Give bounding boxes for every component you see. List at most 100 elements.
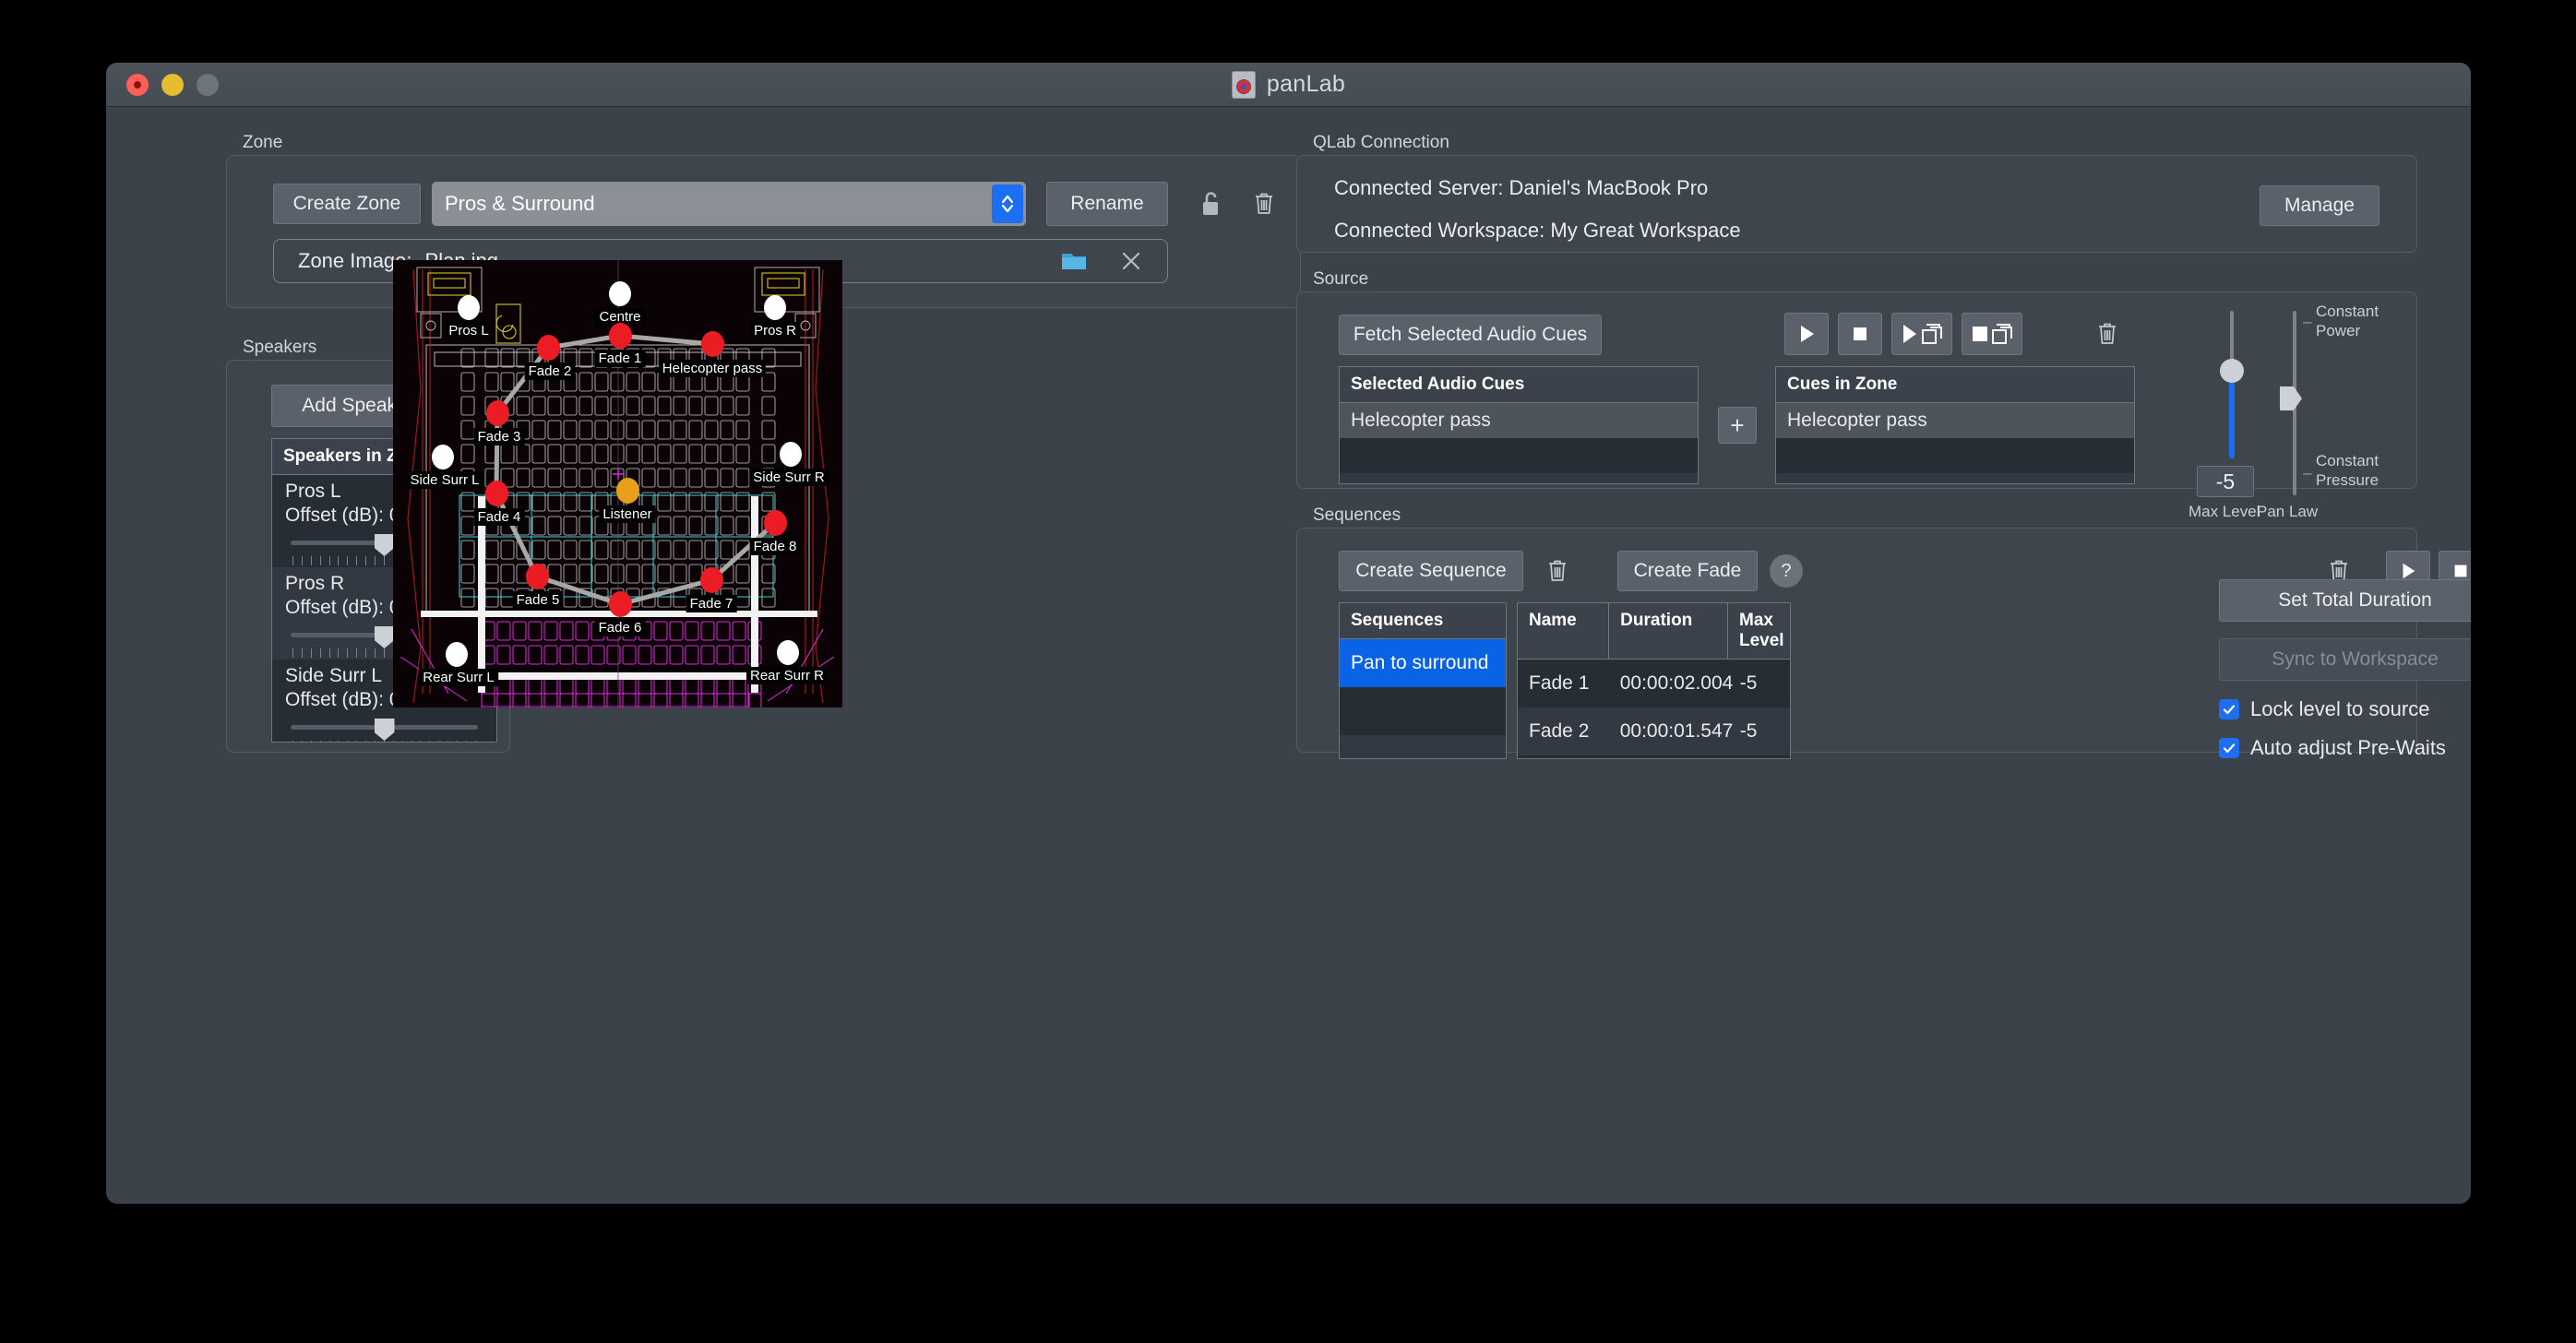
stop-button[interactable] xyxy=(1838,313,1882,355)
plan-speaker-marker[interactable] xyxy=(609,281,631,306)
col-duration: Duration xyxy=(1609,603,1728,659)
zoom-button[interactable] xyxy=(197,73,219,96)
play-button[interactable] xyxy=(1784,313,1829,355)
slider-knob[interactable] xyxy=(374,534,395,556)
plan-fade-label: Fade 8 xyxy=(749,538,801,555)
sequence-row[interactable]: Pan to surround xyxy=(1340,639,1506,687)
zone-plan-view[interactable]: Pros L Centre Pros R Side Surr L Side Surr R… xyxy=(393,260,842,707)
zone-group-title: Zone xyxy=(243,133,283,152)
qlab-workspace-line: Connected Workspace: My Great Workspace xyxy=(1334,219,1741,242)
plan-speaker-marker[interactable] xyxy=(777,640,799,665)
lock-level-checkbox[interactable] xyxy=(2219,699,2239,719)
col-max-level: Max Level xyxy=(1739,611,1784,650)
fade-duration: 00:00:01.742 xyxy=(1609,755,1729,758)
unlocked-padlock-icon[interactable] xyxy=(1192,184,1229,224)
stop-all-button[interactable] xyxy=(1962,313,2022,355)
create-sequence-button[interactable]: Create Sequence xyxy=(1339,551,1523,591)
slider-knob[interactable] xyxy=(374,719,395,741)
sequences-list[interactable]: Sequences Pan to surround xyxy=(1339,602,1507,759)
max-level-value[interactable]: -5 xyxy=(2197,466,2254,497)
pan-law-knob[interactable] xyxy=(2280,386,2302,410)
plan-fade-marker[interactable] xyxy=(701,331,724,357)
cue-row[interactable]: Helecopter pass xyxy=(1340,403,1698,438)
auto-prewait-checkbox[interactable] xyxy=(2219,738,2239,758)
set-total-duration-button-2[interactable]: Set Total Duration xyxy=(2219,579,2471,622)
plan-fade-marker[interactable] xyxy=(526,564,549,589)
plan-fade-marker[interactable] xyxy=(764,510,787,536)
cue-row[interactable]: Helecopter pass xyxy=(1776,403,2134,438)
selected-cues-body: Helecopter pass xyxy=(1340,403,1698,483)
delete-cue-trash-icon[interactable] xyxy=(2089,315,2126,353)
table-row[interactable]: Fade 2 00:00:01.547 -5 xyxy=(1518,707,1790,755)
manage-qlab-button[interactable]: Manage xyxy=(2260,185,2379,226)
sequence-row-empty xyxy=(1340,735,1506,758)
fades-table-header: Name Duration Max Level xyxy=(1518,603,1790,660)
auto-prewait-checkbox-row[interactable]: Auto adjust Pre-Waits xyxy=(2219,736,2471,760)
plan-fade-label: Fade 7 xyxy=(686,595,737,612)
table-row[interactable]: Fade 1 00:00:02.004 -5 xyxy=(1518,660,1790,707)
lock-level-label: Lock level to source xyxy=(2250,697,2430,720)
play-icon xyxy=(2403,563,2415,579)
title-bar: panLab xyxy=(106,63,2471,107)
play-all-button[interactable] xyxy=(1891,313,1952,355)
create-fade-button[interactable]: Create Fade xyxy=(1617,551,1758,591)
fade-max-level: -5 xyxy=(1739,720,1758,742)
zone-select-value: Pros & Surround xyxy=(445,192,595,215)
plan-fade-marker[interactable] xyxy=(485,481,508,506)
speaker-offset-slider[interactable] xyxy=(291,717,478,742)
rename-zone-button[interactable]: Rename xyxy=(1046,182,1168,226)
plan-fade-marker[interactable] xyxy=(609,591,632,617)
plan-listener-marker[interactable] xyxy=(616,478,639,504)
fade-name: Fade 3 xyxy=(1518,755,1609,758)
delete-zone-trash-icon[interactable] xyxy=(1246,184,1282,224)
create-zone-button[interactable]: Create Zone xyxy=(273,184,421,224)
plan-speaker-marker[interactable] xyxy=(432,445,454,469)
zone-select[interactable]: Pros & Surround xyxy=(432,182,1026,226)
slider-knob[interactable] xyxy=(374,626,395,648)
source-group: Source Fetch Selected Audio Cues Selecte… xyxy=(1296,269,2417,520)
table-row[interactable]: Fade 300:00:01.742-5 xyxy=(1518,755,1790,758)
auto-prewait-label: Auto adjust Pre-Waits xyxy=(2250,736,2446,759)
plan-speaker-marker[interactable] xyxy=(446,642,468,667)
folder-icon[interactable] xyxy=(1060,249,1088,273)
close-button[interactable] xyxy=(126,73,149,96)
pan-law-top-tick: – xyxy=(2303,313,2312,330)
play-icon xyxy=(1801,326,1814,342)
add-cue-to-zone-button[interactable]: + xyxy=(1718,407,1757,444)
plan-speaker-label: Rear Surr L xyxy=(419,669,498,686)
selected-cues-header: Selected Audio Cues xyxy=(1340,367,1698,403)
fade-name: Fade 1 xyxy=(1529,672,1590,694)
stop-icon xyxy=(1854,327,1866,340)
plan-listener-label: Listener xyxy=(599,505,656,523)
plan-speaker-marker[interactable] xyxy=(764,295,786,320)
minimize-button[interactable] xyxy=(161,73,184,96)
plan-fade-marker[interactable] xyxy=(486,400,509,426)
plan-fade-label: Fade 4 xyxy=(473,508,525,526)
sequences-group-title: Sequences xyxy=(1313,505,1401,525)
selected-cues-list[interactable]: Selected Audio Cues Helecopter pass xyxy=(1339,366,1699,484)
plan-fade-marker[interactable] xyxy=(609,323,632,349)
cues-in-zone-list[interactable]: Cues in Zone Helecopter pass xyxy=(1775,366,2135,484)
window-title: panLab xyxy=(1266,71,1346,97)
max-level-slider[interactable] xyxy=(2220,311,2244,458)
plan-fade-marker[interactable] xyxy=(537,335,560,361)
plan-fade-label: Helecopter pass xyxy=(658,360,767,377)
plan-fade-label: Fade 5 xyxy=(512,591,564,609)
delete-sequence-trash-icon[interactable] xyxy=(1540,552,1575,590)
clear-zone-image-close-icon[interactable] xyxy=(1119,249,1143,273)
plus-icon: + xyxy=(1730,411,1745,439)
sync-to-workspace-button[interactable]: Sync to Workspace xyxy=(2219,638,2471,681)
max-level-knob[interactable] xyxy=(2220,359,2244,383)
plan-speaker-marker[interactable] xyxy=(780,442,802,467)
check-icon xyxy=(2223,743,2236,754)
fade-max-level: -5 xyxy=(1739,672,1758,694)
plan-speaker-label: Rear Surr R xyxy=(745,667,829,684)
fades-table[interactable]: Name Duration Max Level Fade 1 00:00:02.0… xyxy=(1517,602,1791,759)
lock-level-checkbox-row[interactable]: Lock level to source xyxy=(2219,697,2471,721)
plan-fade-marker[interactable] xyxy=(700,567,723,593)
help-button[interactable]: ? xyxy=(1770,554,1803,588)
plan-fade-label: Fade 1 xyxy=(594,350,646,367)
cues-in-zone-body: Helecopter pass xyxy=(1776,403,2134,483)
plan-speaker-marker[interactable] xyxy=(458,295,480,320)
fetch-cues-button[interactable]: Fetch Selected Audio Cues xyxy=(1339,315,1602,355)
